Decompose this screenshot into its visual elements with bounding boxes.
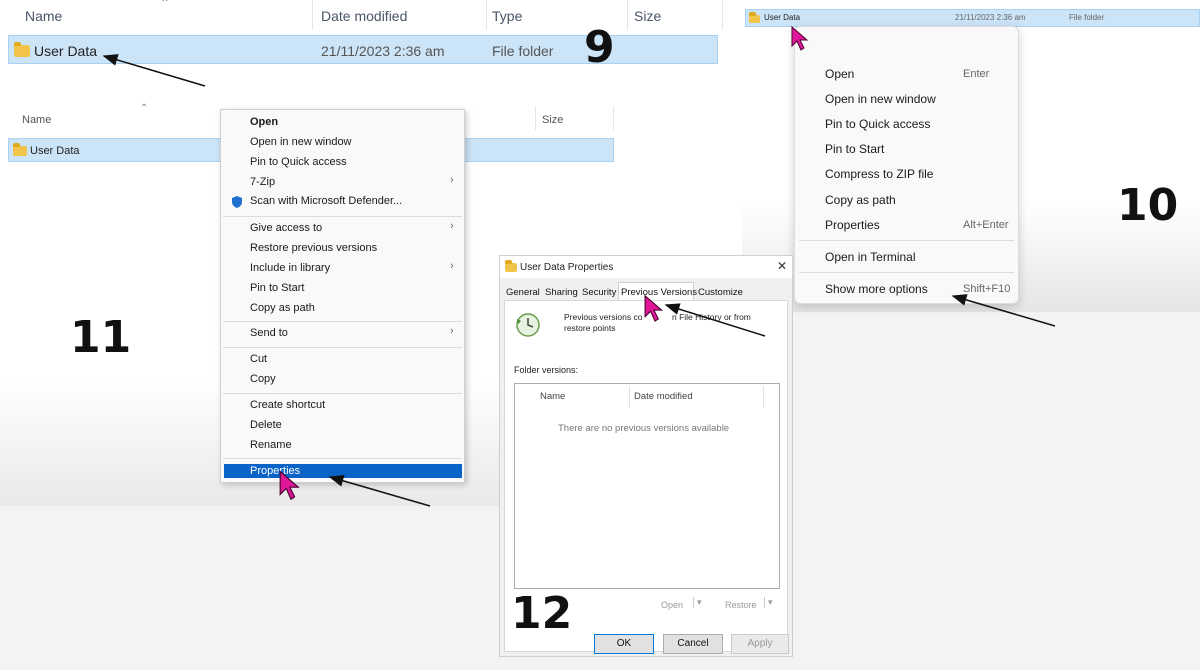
annotation-arrows bbox=[102, 54, 1056, 507]
